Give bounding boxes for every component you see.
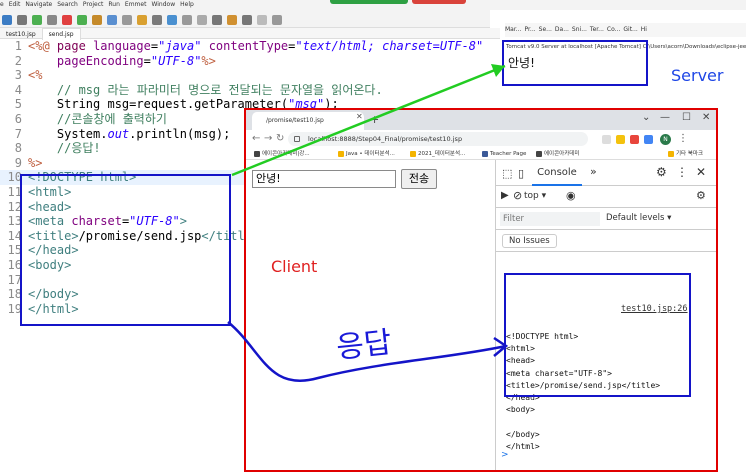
- response-annotation: 응답: [334, 325, 394, 366]
- request-arrow: [231, 64, 506, 177]
- annotation-arrows: [227, 64, 509, 382]
